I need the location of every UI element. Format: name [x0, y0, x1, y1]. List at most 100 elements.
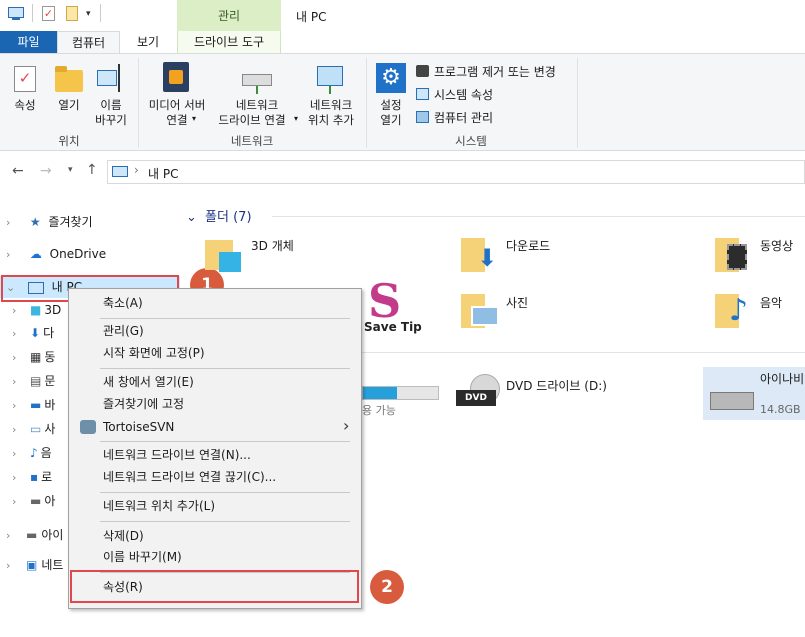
chevron-right-icon[interactable]: › [12, 371, 24, 393]
chevron-right-icon[interactable]: › [12, 347, 24, 369]
sidebar-item-music[interactable]: › ♪ 음 [12, 442, 52, 464]
tab-view[interactable]: 보기 [128, 31, 168, 53]
menu-item-pin-favorites[interactable]: 즐겨찾기에 고정 [103, 393, 184, 415]
sidebar-item-favorites[interactable]: › ★ 즐겨찾기 [0, 211, 93, 233]
up-arrow-icon[interactable]: ↑ [86, 162, 98, 178]
sidebar-item-videos[interactable]: › ▦ 동 [12, 346, 55, 368]
sidebar-item-local-disk[interactable]: › ▪ 로 [12, 466, 52, 488]
media-dropdown-icon[interactable]: ▾ [192, 114, 196, 123]
map-drive-button-line1[interactable]: 네트워크 [212, 98, 302, 113]
sidebar-item-documents[interactable]: › ▤ 문 [12, 370, 55, 392]
folder-3d-objects[interactable] [205, 236, 243, 274]
folder-label[interactable]: 음악 [760, 294, 782, 311]
media-server-button-line1[interactable]: 미디어 서버 [142, 98, 212, 113]
rename-button-line1[interactable]: 이름 [90, 98, 132, 113]
map-drive-button-line2[interactable]: 드라이브 연결 [212, 113, 292, 128]
menu-item-map-drive[interactable]: 네트워크 드라이브 연결(N)... [103, 444, 251, 466]
chevron-right-icon[interactable]: › [12, 491, 24, 513]
dvd-drive-label[interactable]: DVD 드라이브 (D:) [506, 377, 607, 394]
menu-item-disconnect-drive[interactable]: 네트워크 드라이브 연결 끊기(C)... [103, 466, 276, 488]
folder-pictures[interactable] [461, 292, 501, 332]
open-button[interactable]: 열기 [50, 98, 88, 113]
tab-file[interactable]: 파일 [0, 31, 57, 53]
sidebar-item-pictures[interactable]: › ▭ 사 [12, 418, 55, 440]
recent-locations-icon[interactable]: ▾ [68, 165, 73, 175]
menu-item-collapse[interactable]: 축소(A) [103, 292, 143, 314]
sidebar-item-downloads[interactable]: › ⬇ 다 [12, 322, 54, 344]
sidebar-item-onedrive[interactable]: › ☁ OneDrive [0, 243, 106, 265]
breadcrumb-chevron-icon[interactable]: › [134, 163, 139, 177]
music-note-icon: ♪ [729, 293, 749, 328]
uninstall-icon [416, 65, 429, 77]
customize-toolbar-icon[interactable]: ▾ [86, 9, 91, 19]
folders-section-header[interactable]: ⌄ 폴더 (7) [186, 206, 252, 225]
drive-icon: ▬ [30, 494, 42, 508]
system-properties-icon [416, 88, 429, 100]
menu-item-delete[interactable]: 삭제(D) [103, 525, 144, 547]
film-icon: ▦ [30, 350, 42, 364]
chevron-right-icon[interactable]: › [6, 525, 18, 547]
chevron-right-icon[interactable]: › [6, 555, 18, 577]
highlight-box-properties [70, 570, 359, 603]
rename-button-line2[interactable]: 바꾸기 [90, 113, 132, 128]
chevron-right-icon[interactable]: › [6, 244, 18, 266]
drive-size: 14.8GB [760, 403, 801, 416]
back-arrow-icon[interactable]: ← [12, 163, 24, 179]
uninstall-programs-button[interactable]: 프로그램 제거 또는 변경 [434, 63, 556, 80]
folder-tab-shape [55, 66, 67, 72]
folder-label[interactable]: 사진 [506, 294, 528, 311]
group-label-location: 위치 [58, 134, 80, 148]
menu-item-tortoisesvn[interactable]: TortoiseSVN [103, 416, 174, 438]
sidebar-label: 3D [44, 303, 62, 317]
drive-label[interactable]: 아이나비 [760, 370, 804, 387]
chevron-right-icon[interactable]: › [12, 323, 24, 345]
address-bar[interactable]: › 내 PC [107, 160, 805, 184]
sidebar-item-drive[interactable]: › ▬ 아 [12, 490, 55, 512]
tab-computer[interactable]: 컴퓨터 [57, 31, 120, 53]
folder-label[interactable]: 다운로드 [506, 237, 550, 254]
tab-drive-tools[interactable]: 드라이브 도구 [177, 31, 281, 53]
properties-quick-icon[interactable]: ✓ [42, 6, 55, 21]
sidebar-item-network[interactable]: › ▣ 네트 [0, 554, 63, 576]
open-settings-line1[interactable]: 설정 [370, 98, 412, 113]
computer-management-button[interactable]: 컴퓨터 관리 [434, 109, 493, 126]
system-properties-button[interactable]: 시스템 속성 [434, 86, 493, 103]
chevron-right-icon[interactable]: › [12, 467, 24, 489]
menu-item-pin-start[interactable]: 시작 화면에 고정(P) [103, 342, 205, 364]
star-icon: ★ [29, 215, 41, 229]
menu-item-rename[interactable]: 이름 바꾸기(M) [103, 546, 182, 568]
computer-icon[interactable] [8, 7, 24, 18]
open-settings-line2[interactable]: 열기 [370, 113, 412, 128]
folder-label[interactable]: 3D 개체 [251, 237, 294, 254]
menu-item-manage[interactable]: 관리(G) [103, 320, 144, 342]
folder-label[interactable]: 동영상 [760, 237, 793, 254]
rename-icon [97, 70, 117, 86]
chevron-down-icon[interactable]: ⌄ [186, 210, 197, 225]
chevron-right-icon[interactable]: › [12, 395, 24, 417]
add-network-location-line1[interactable]: 네트워크 [302, 98, 360, 113]
add-network-location-line2[interactable]: 위치 추가 [302, 113, 360, 128]
folder-downloads[interactable]: ⬇ [461, 236, 501, 276]
chevron-right-icon[interactable]: › [12, 443, 24, 465]
menu-item-open-new-window[interactable]: 새 창에서 열기(E) [103, 371, 194, 393]
chevron-right-icon[interactable]: › [12, 300, 24, 322]
folder-music[interactable]: ♪ [715, 292, 755, 332]
sidebar-item-desktop[interactable]: › ▬ 바 [12, 394, 55, 416]
tortoisesvn-icon [80, 420, 96, 434]
sidebar-item-aini-drive[interactable]: › ▬ 아이 [0, 524, 63, 546]
new-folder-quick-icon[interactable] [66, 6, 78, 21]
gear-icon: ⚙ [376, 63, 406, 93]
menu-item-add-network-location[interactable]: 네트워크 위치 추가(L) [103, 495, 215, 517]
chevron-right-icon[interactable]: › [12, 419, 24, 441]
chevron-right-icon[interactable]: › [6, 212, 18, 234]
properties-button[interactable]: 속성 [4, 98, 46, 113]
music-note-icon: ♪ [30, 446, 38, 460]
sidebar-item-3d[interactable]: › ■ 3D [12, 299, 61, 321]
drive-usage-bar [362, 386, 439, 400]
drive-usage-fill [363, 387, 397, 399]
forward-arrow-icon[interactable]: → [40, 163, 52, 179]
breadcrumb-this-pc[interactable]: 내 PC [148, 165, 178, 182]
map-dropdown-icon[interactable]: ▾ [294, 114, 298, 123]
media-server-button-line2[interactable]: 연결 [142, 113, 212, 128]
folder-videos[interactable] [715, 236, 755, 276]
